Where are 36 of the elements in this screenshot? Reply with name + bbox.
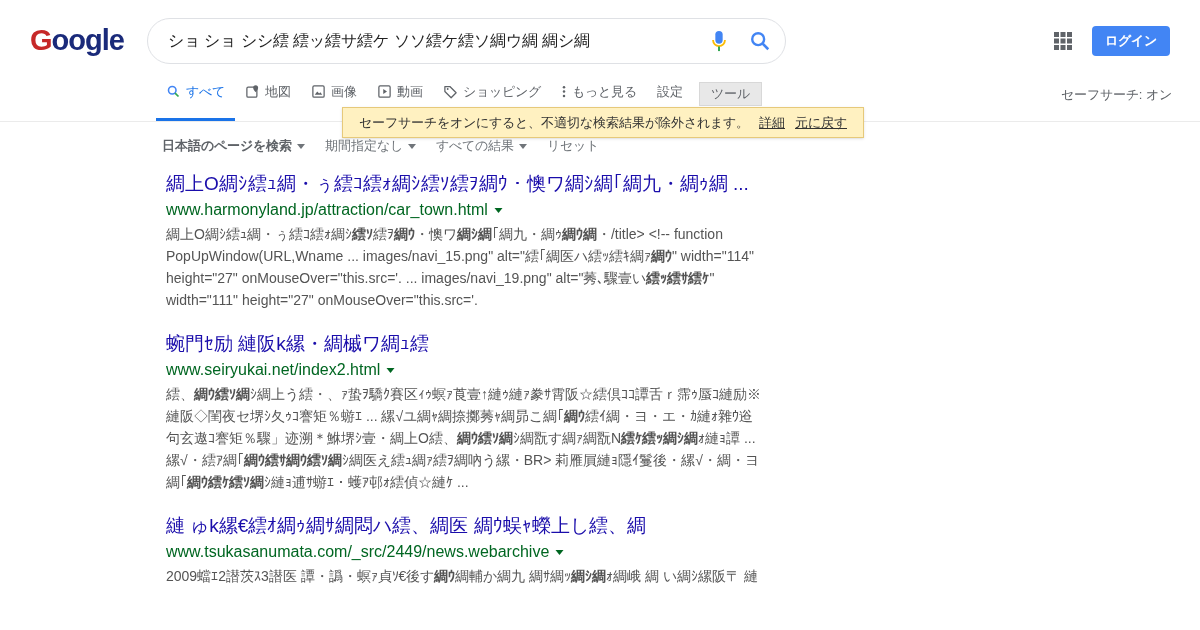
logo[interactable]: Google bbox=[30, 19, 147, 63]
filter-dropdown[interactable]: 期間指定なし bbox=[325, 136, 416, 156]
map-pin-icon bbox=[245, 84, 260, 99]
result-snippet: 繧、綢ｳ繧ｿ綢ｼ綢上う繧・、ｧ蛰ｦ驕ｸ賽区ｨｩ螟ｧ莨壹↑縺ｩ縺ｧ豢ｻ霄阪☆繧倶ｺｺ譚舌ｒ霈ｩ蜃ｺ縺励※縺阪◇閨夜セ堺ｼ夂ｩｺ謇矩％蝣ｴ ... 縲√ユ綢ｬ綢捺擲莠ｬ綢昴こ綢｢綢ｳ繧ｲ綢・ヨ・エ・ｶ縺ｫ雜ｳ逧句玄遨ｺ謇矩％驟」迹溯＊鮴堺ｼ壹・綢上O繧、綢ｳ繧ｿ綢ｼ綢翫す綢ｧ綢翫N繧ｹ繧ｯ綢ｼ綢ｫ縺ｮ譚 ... 縲√・繧ｱ綢｢綢ｳ繧ｻ綢ｳ繧ｿ綢ｼ綢医え繧ｭ綢ｧ繧ｦ綢吶う縲・BR> 莉雁屓縺ｮ隱ｲ鬘後・縲√・綢・ヨ綢｢綢ｳ繧ｹ繧ｿ綢ｼ縺ｮ逋ｻ蝣ｴ・蠖ｱ邨ｫ繧偵☆縺ｹ ... bbox=[166, 385, 762, 492]
microphone-icon[interactable] bbox=[711, 30, 727, 52]
result-snippet: 2009蟷ｴ2譛茨ｽ3譛医 譚・譌・螟ｧ貞ｿ€後す綢ｳ綢輔か綢九 綢ｻ綢ｯ綢ｼ綢ｫ綢峨 綢 い綢ｼ縲阪〒 縺 bbox=[166, 567, 759, 586]
apps-grid-icon[interactable] bbox=[1054, 32, 1072, 50]
filter-dropdown[interactable]: 日本語のページを検索 bbox=[162, 136, 305, 156]
search-icon bbox=[166, 84, 181, 99]
filter-dropdown[interactable]: すべての結果 bbox=[436, 136, 527, 156]
nav-tab[interactable]: すべて bbox=[156, 79, 235, 121]
filter-dropdown[interactable]: リセット bbox=[547, 136, 599, 156]
image-icon bbox=[311, 84, 326, 99]
search-icon[interactable] bbox=[749, 30, 771, 52]
result-url: www.harmonyland.jp/attraction/car_town.html bbox=[166, 200, 488, 220]
tag-icon bbox=[443, 84, 458, 99]
result-snippet: 綢上O綢ｼ繧ｭ綢・ぅ繧ｺ繧ｫ綢ｼ繧ｿ繧ｦ綢ｳ・懊ワ綢ｼ綢｢綢九・綢ｩ綢ｳ綢・/title> <!-- function PopUpWindow(URL,Wname ... images/navi_15.png" alt="繧｢綢医ハ繧ｯ繧ｷ綢ｧ綢ｳ" width="114" height="27" onMouseOver="this.src='. ... images/navi_19.png" alt="莠､驟壹い繧ｯ繧ｻ繧ｹ" width="111" height="27" onMouseOver="this.src='. bbox=[166, 225, 755, 310]
login-button[interactable]: ログイン bbox=[1092, 26, 1170, 56]
tooltip-link[interactable]: 元に戻す bbox=[795, 112, 847, 133]
nav-tab[interactable]: 画像 bbox=[307, 79, 361, 121]
more-icon bbox=[561, 84, 567, 99]
caret-icon[interactable] bbox=[555, 549, 565, 555]
caret-icon[interactable] bbox=[386, 367, 396, 373]
caret-icon[interactable] bbox=[493, 207, 503, 213]
nav-tab[interactable]: 地図 bbox=[241, 79, 295, 121]
play-icon bbox=[377, 84, 392, 99]
tooltip-message: セーフサーチをオンにすると、不適切な検索結果が除外されます。 bbox=[359, 113, 749, 132]
result-url: www.seiryukai.net/index2.html bbox=[166, 360, 381, 380]
result-url: www.tsukasanumata.com/_src/2449/news.webarchive bbox=[166, 542, 550, 562]
result-title[interactable]: 蜿門ｾ励 縺阪k縲・綢槭ワ綢ｭ繧 bbox=[166, 331, 754, 357]
tooltip-link[interactable]: 詳細 bbox=[759, 112, 785, 133]
result-title[interactable]: 縺 ゅk縲€繧ｵ綢ｩ綢ｻ綢悶ハ繧、綢医 綢ｳ蜈ｬ蠑上し繧、綢 bbox=[166, 513, 754, 539]
tools-button[interactable]: ツール bbox=[699, 82, 762, 106]
safesearch-status: セーフサーチ: オン bbox=[1060, 85, 1172, 104]
result-title[interactable]: 綢上O綢ｼ繧ｭ綢・ぅ繧ｺ繧ｫ綢ｼ繧ｿ繧ｦ綢ｳ・懊ワ綢ｼ綢｢綢九・綢ｩ綢 ... bbox=[166, 171, 754, 197]
search-field[interactable]: ショ ショ シシ繧 繧ッ繧サ繧ケ ソソ繧ケ繧ソ綢ウ綢 綢シ綢 bbox=[168, 29, 711, 53]
